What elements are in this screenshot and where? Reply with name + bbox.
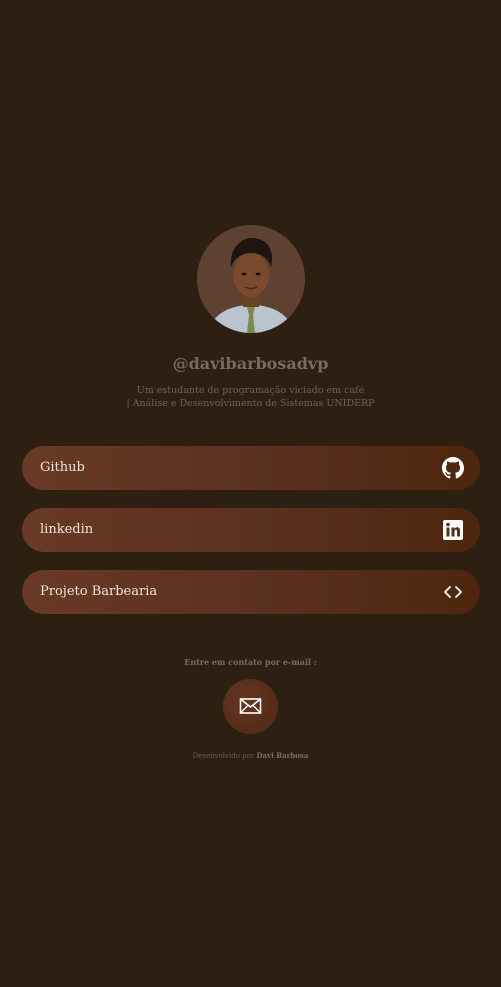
contact-label: Entre em contato por e-mail : <box>184 657 317 667</box>
avatar <box>197 225 305 333</box>
github-icon <box>442 457 464 479</box>
linkedin-link-label: linkedin <box>40 522 94 537</box>
projeto-barbearia-link-button[interactable]: Projeto Barbearia <box>22 570 480 614</box>
footer-prefix: Desenvolvido por <box>192 752 255 760</box>
profile-bio: Um estudante de programação viciado em c… <box>0 384 501 410</box>
link-page: @davibarbosadvp Um estudante de programa… <box>0 0 501 987</box>
footer-author: Davi Barbosa <box>256 751 309 760</box>
profile-photo <box>197 225 305 333</box>
linkedin-link-button[interactable]: linkedin <box>22 508 480 552</box>
code-icon <box>442 581 464 603</box>
github-link-button[interactable]: Github <box>22 446 480 490</box>
envelope-icon <box>239 698 262 714</box>
projeto-barbearia-link-label: Projeto Barbearia <box>40 584 158 599</box>
footer: Desenvolvido por Davi Barbosa <box>0 751 501 760</box>
github-link-label: Github <box>40 460 85 475</box>
bio-line-1: Um estudante de programação viciado em c… <box>136 385 365 396</box>
bio-line-2: | Análise e Desenvolvimento de Sistemas … <box>126 398 375 409</box>
email-button[interactable] <box>223 679 278 734</box>
profile-handle: @davibarbosadvp <box>172 354 329 373</box>
linkedin-icon <box>442 519 464 541</box>
